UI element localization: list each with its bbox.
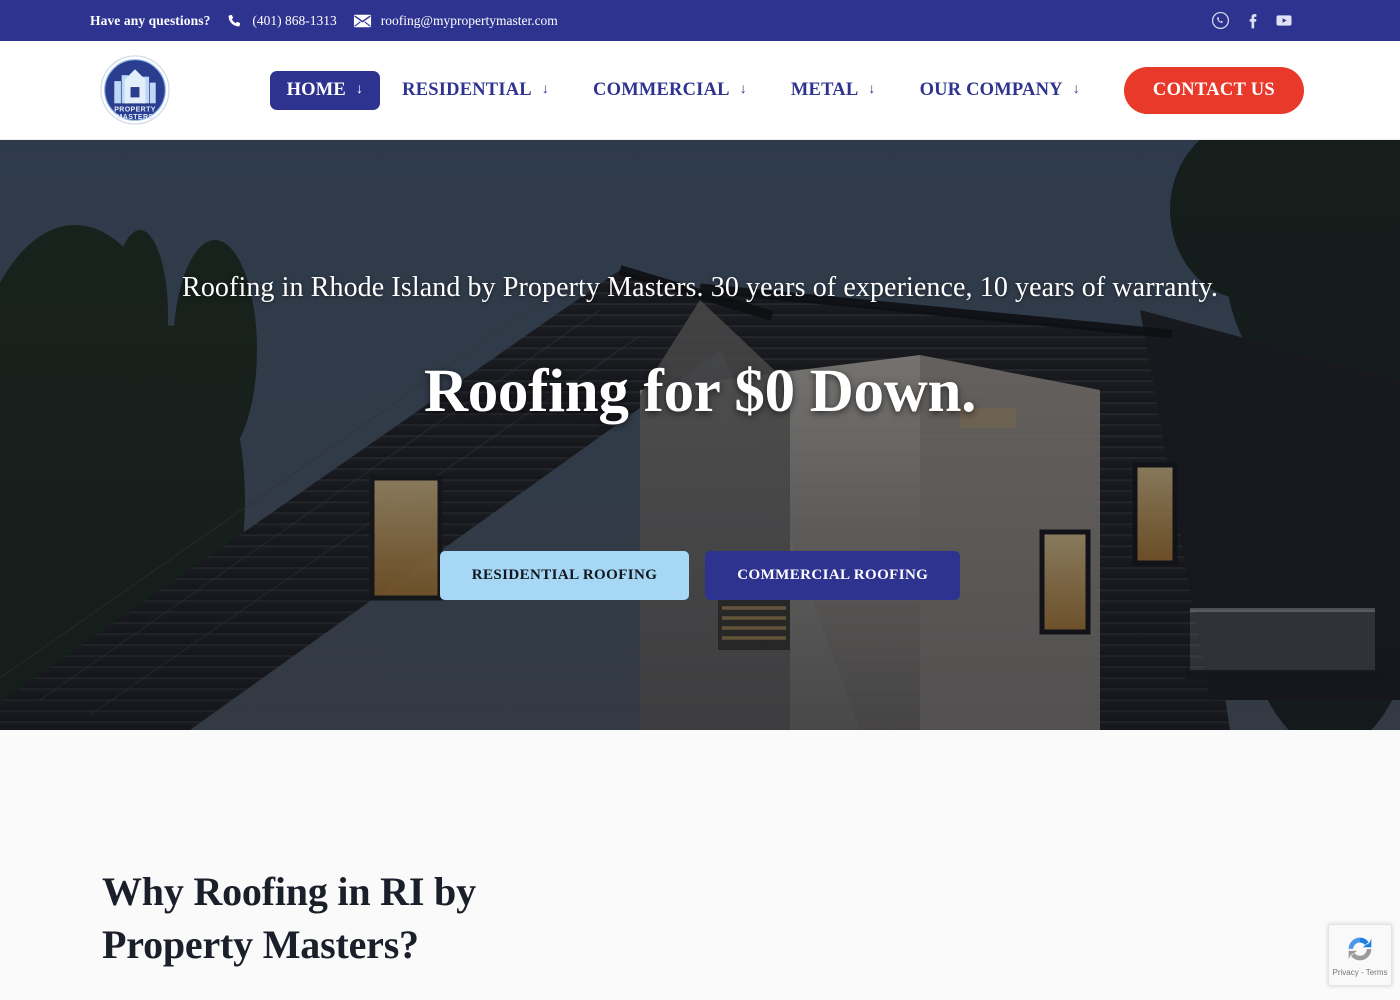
nav-label-residential: RESIDENTIAL: [402, 79, 532, 100]
top-question-text: Have any questions?: [90, 12, 211, 28]
recaptcha-icon: [1344, 933, 1376, 965]
top-phone-link[interactable]: (401) 868-1313: [252, 13, 336, 29]
nav-item-residential[interactable]: RESIDENTIAL ↓: [380, 71, 571, 110]
top-email-link[interactable]: roofing@mypropertymaster.com: [381, 13, 558, 29]
hero-subtitle: Roofing in Rhode Island by Property Mast…: [182, 272, 1218, 303]
nav-label-commercial: COMMERCIAL: [593, 79, 730, 100]
hero-title: Roofing for $0 Down.: [423, 357, 977, 425]
nav-item-our-company[interactable]: OUR COMPANY ↓: [898, 71, 1102, 110]
hero-cta-group: RESIDENTIAL ROOFING COMMERCIAL ROOFING: [439, 550, 961, 600]
social-links: [1210, 11, 1382, 31]
youtube-icon[interactable]: [1274, 11, 1294, 31]
recaptcha-label: Privacy - Terms: [1332, 968, 1388, 977]
site-header: PROPERTY MASTERS HOME ↓ RESIDENTIAL ↓ CO…: [0, 41, 1400, 140]
recaptcha-badge[interactable]: Privacy - Terms: [1328, 924, 1392, 986]
facebook-icon[interactable]: [1242, 11, 1262, 31]
phone-icon: [226, 12, 243, 29]
nav-item-metal[interactable]: METAL ↓: [769, 71, 898, 110]
nav-item-commercial[interactable]: COMMERCIAL ↓: [571, 71, 769, 110]
main-navigation: HOME ↓ RESIDENTIAL ↓ COMMERCIAL ↓ METAL …: [269, 66, 1304, 114]
why-text-column: Why Roofing in RI by Property Masters? P…: [0, 730, 600, 1000]
top-contact-bar: Have any questions? (401) 868-1313 roofi…: [0, 0, 1400, 41]
whatsapp-icon[interactable]: [1210, 11, 1230, 31]
svg-text:PROPERTY: PROPERTY: [114, 106, 156, 113]
chevron-down-icon: ↓: [1072, 82, 1080, 97]
why-heading: Why Roofing in RI by Property Masters?: [102, 869, 476, 967]
commercial-roofing-button[interactable]: COMMERCIAL ROOFING: [705, 550, 961, 600]
nav-label-metal: METAL: [790, 79, 859, 100]
chevron-down-icon: ↓: [868, 82, 876, 97]
site-logo[interactable]: PROPERTY MASTERS: [98, 53, 172, 127]
why-section: Why Roofing in RI by Property Masters? P…: [0, 730, 1400, 1000]
nav-label-home: HOME: [286, 79, 346, 100]
residential-roofing-button[interactable]: RESIDENTIAL ROOFING: [439, 550, 690, 600]
nav-label-our-company: OUR COMPANY: [919, 79, 1063, 100]
svg-text:MASTERS: MASTERS: [117, 114, 154, 121]
nav-item-home[interactable]: HOME ↓: [269, 70, 381, 110]
chevron-down-icon: ↓: [541, 82, 550, 97]
top-contact-group: Have any questions? (401) 868-1313 roofi…: [90, 12, 558, 29]
hero-banner: Roofing in Rhode Island by Property Mast…: [0, 140, 1400, 730]
envelope-icon: [353, 14, 372, 28]
contact-us-button[interactable]: CONTACT US: [1123, 66, 1304, 114]
chevron-down-icon: ↓: [355, 82, 364, 97]
chevron-down-icon: ↓: [739, 82, 747, 97]
